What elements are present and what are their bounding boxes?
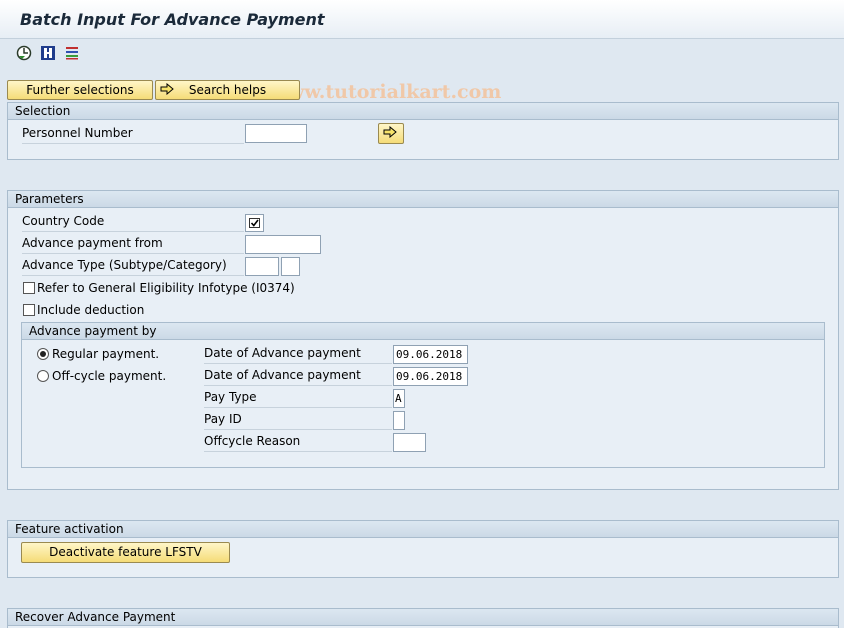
recover-advance-payment-header: Recover Advance Payment bbox=[8, 609, 838, 626]
pay-type-label: Pay Type bbox=[204, 390, 392, 408]
advance-type-category-input[interactable] bbox=[281, 257, 300, 276]
regular-payment-radio[interactable] bbox=[37, 348, 49, 360]
include-deduction-checkbox[interactable] bbox=[23, 304, 35, 316]
country-code-checkbox[interactable] bbox=[245, 214, 264, 232]
selection-header: Selection bbox=[8, 103, 838, 120]
execute-icon[interactable] bbox=[16, 45, 32, 61]
pay-id-input[interactable] bbox=[393, 411, 405, 430]
further-selections-label: Further selections bbox=[26, 83, 134, 97]
title-bar: Batch Input For Advance Payment bbox=[0, 0, 844, 39]
country-code-label: Country Code bbox=[22, 214, 244, 232]
refer-eligibility-label: Refer to General Eligibility Infotype (I… bbox=[37, 281, 295, 295]
page-title: Batch Input For Advance Payment bbox=[20, 10, 325, 29]
arrow-right-icon bbox=[383, 126, 397, 138]
offcycle-payment-label: Off-cycle payment. bbox=[52, 369, 167, 383]
personnel-number-label: Personnel Number bbox=[22, 126, 244, 144]
offcycle-reason-label: Offcycle Reason bbox=[204, 434, 392, 452]
arrow-right-icon bbox=[160, 83, 174, 95]
advance-payment-by-header: Advance payment by bbox=[22, 323, 824, 340]
info-icon[interactable] bbox=[40, 45, 56, 61]
parameters-header: Parameters bbox=[8, 191, 838, 208]
multiple-selection-button[interactable] bbox=[378, 123, 404, 144]
further-selections-button[interactable]: Further selections bbox=[7, 80, 153, 100]
offcycle-reason-input[interactable] bbox=[393, 433, 426, 452]
regular-date-label: Date of Advance payment bbox=[204, 346, 392, 364]
advance-type-subtype-input[interactable] bbox=[245, 257, 279, 276]
selection-options-icon[interactable] bbox=[64, 45, 80, 61]
refer-eligibility-checkbox[interactable] bbox=[23, 282, 35, 294]
feature-activation-header: Feature activation bbox=[8, 521, 838, 538]
application-toolbar: © www.tutorialkart.com bbox=[0, 39, 844, 103]
search-helps-label: Search helps bbox=[188, 83, 267, 97]
offcycle-date-input[interactable]: 09.06.2018 bbox=[393, 367, 468, 386]
personnel-number-input[interactable] bbox=[245, 124, 307, 143]
deactivate-feature-button[interactable]: Deactivate feature LFSTV bbox=[21, 542, 230, 563]
include-deduction-label: Include deduction bbox=[37, 303, 145, 317]
pay-id-label: Pay ID bbox=[204, 412, 392, 430]
advance-type-label: Advance Type (Subtype/Category) bbox=[22, 258, 244, 276]
recover-advance-payment-group: Recover Advance Payment bbox=[7, 608, 839, 628]
checkmark-icon bbox=[249, 218, 260, 228]
advance-payment-from-label: Advance payment from bbox=[22, 236, 244, 254]
offcycle-payment-radio[interactable] bbox=[37, 370, 49, 382]
advance-payment-from-input[interactable] bbox=[245, 235, 321, 254]
regular-date-input[interactable]: 09.06.2018 bbox=[393, 345, 468, 364]
offcycle-date-label: Date of Advance payment bbox=[204, 368, 392, 386]
regular-payment-label: Regular payment. bbox=[52, 347, 160, 361]
pay-type-input[interactable]: A bbox=[393, 389, 405, 408]
search-helps-button[interactable]: Search helps bbox=[155, 80, 300, 100]
deactivate-feature-label: Deactivate feature LFSTV bbox=[49, 545, 202, 559]
